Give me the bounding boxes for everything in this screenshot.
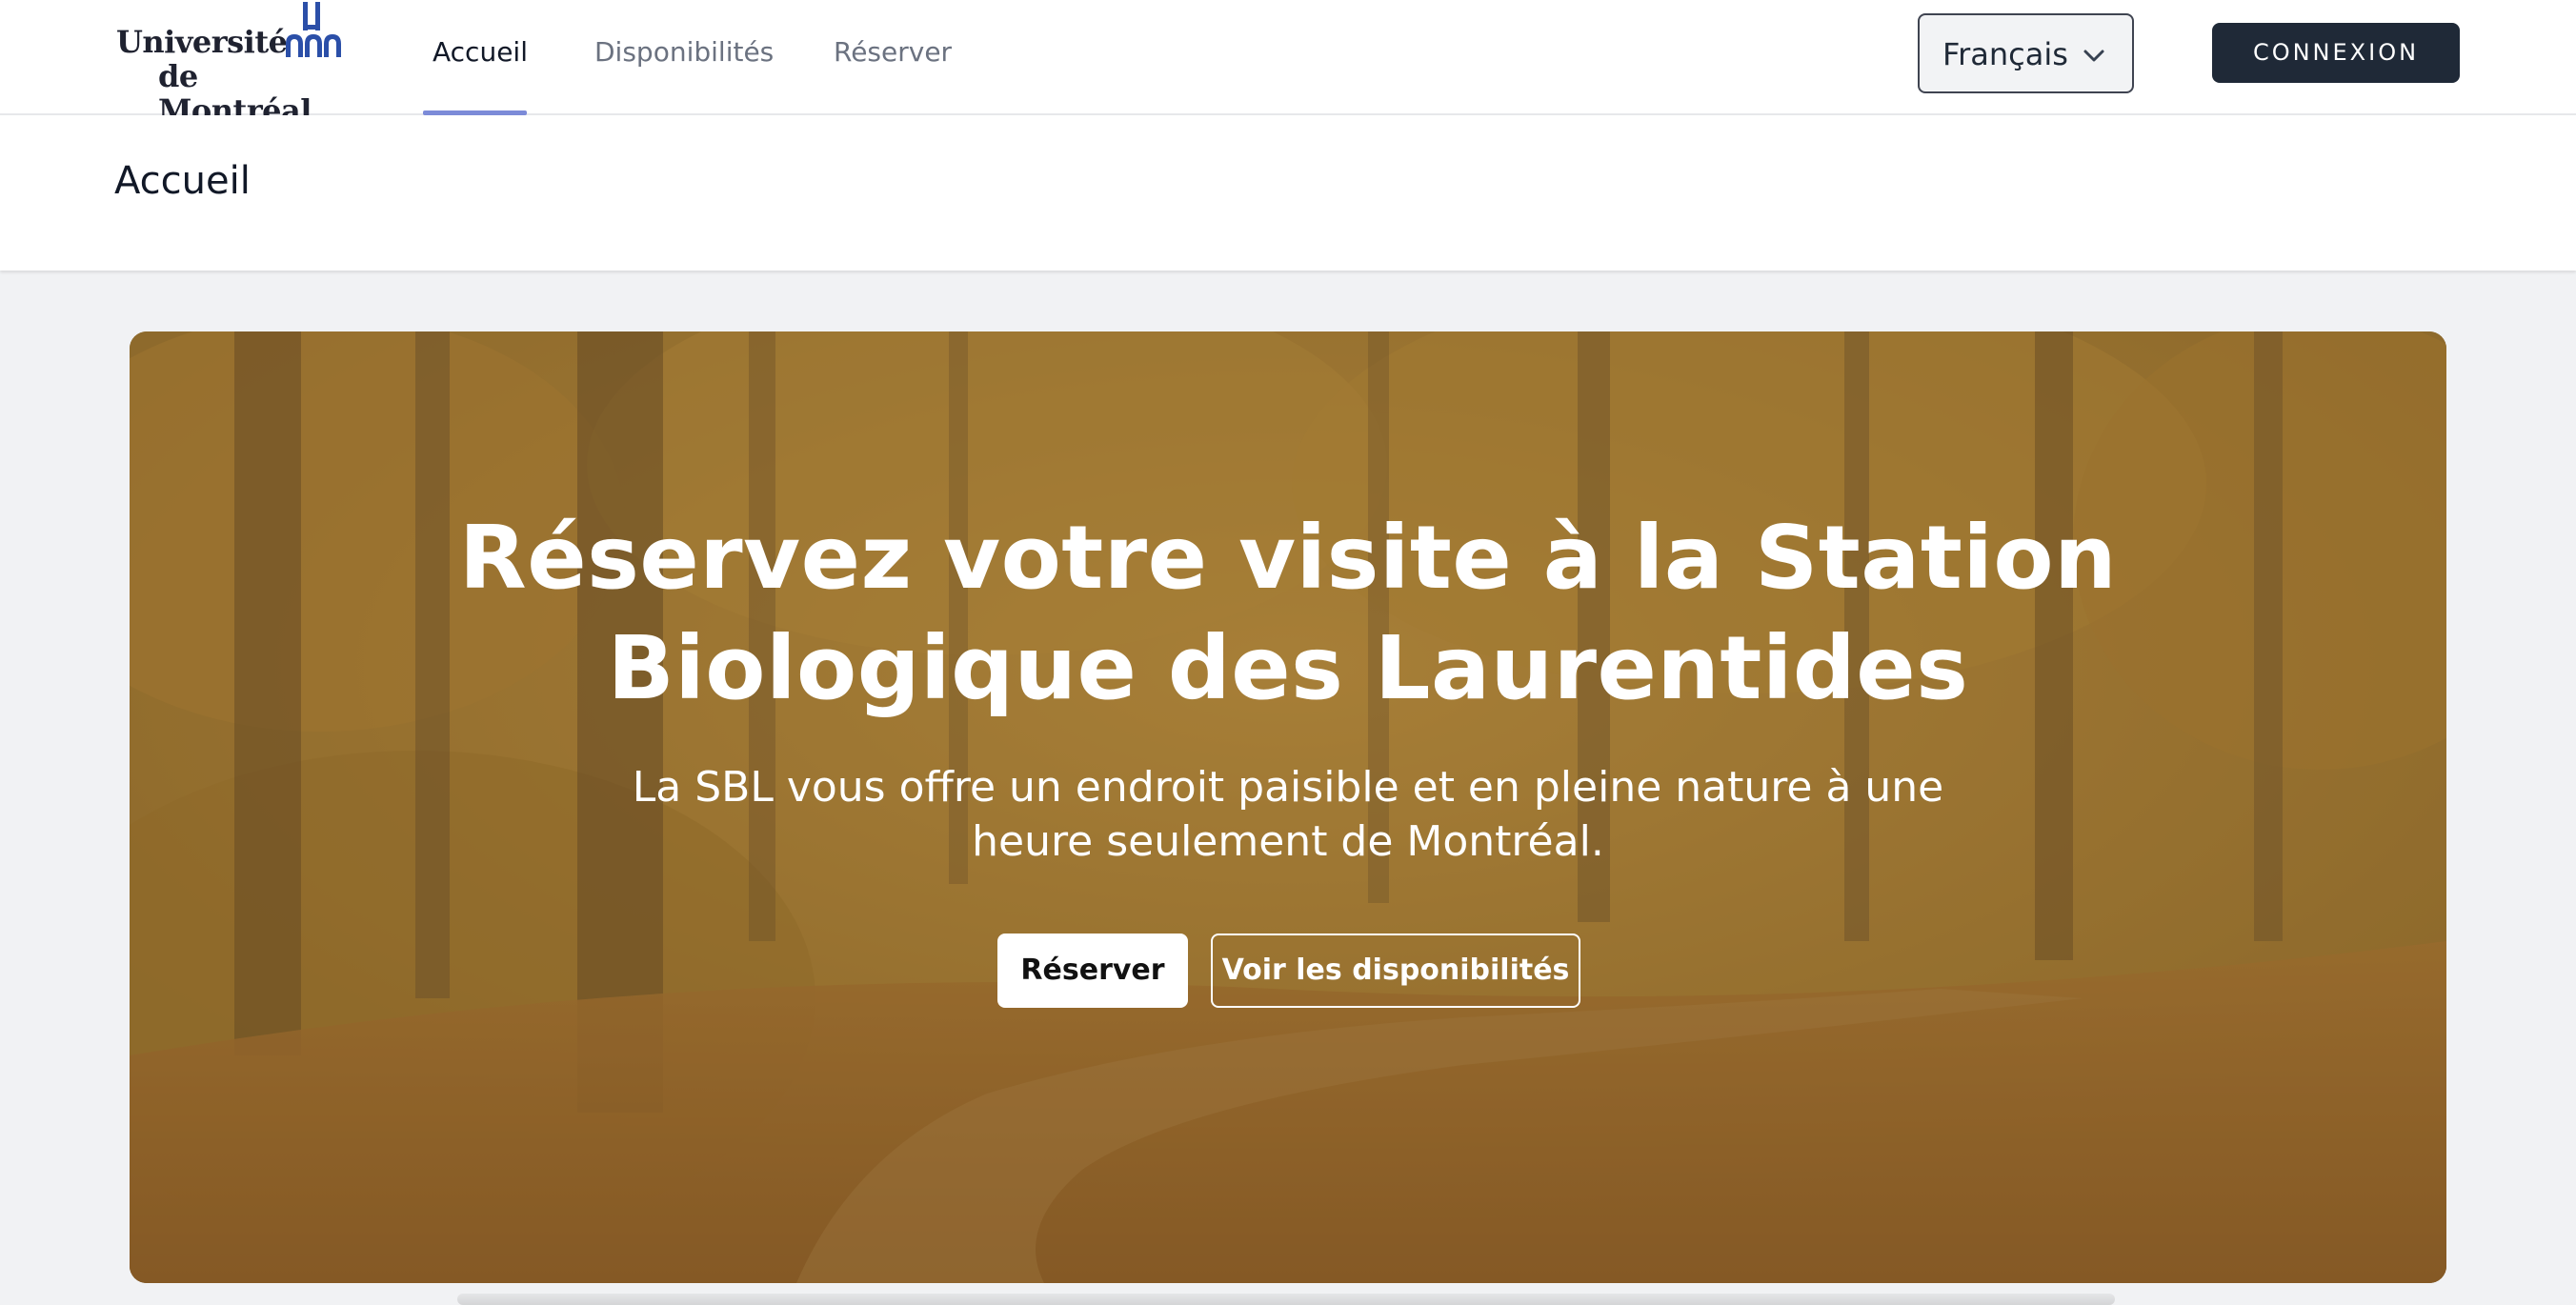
nav-reserver[interactable]: Réserver xyxy=(834,36,952,68)
login-button[interactable]: CONNEXION xyxy=(2212,23,2460,83)
nav-disponibilites[interactable]: Disponibilités xyxy=(594,36,774,68)
logo-emblem-icon xyxy=(286,2,341,57)
language-select[interactable]: Français xyxy=(1918,13,2134,93)
reserve-button[interactable]: Réserver xyxy=(997,934,1188,1008)
top-navbar: Université de Montréal Accueil Disponibi… xyxy=(0,0,2576,128)
nav-accueil[interactable]: Accueil xyxy=(433,36,528,68)
hero-title: Réservez votre visite à la Station Biolo… xyxy=(458,507,2118,719)
language-selected-value: Français xyxy=(1942,36,2068,72)
university-logo[interactable]: Université de Montréal xyxy=(116,0,345,128)
view-availability-button[interactable]: Voir les disponibilités xyxy=(1211,934,1580,1008)
content-card-edge xyxy=(457,1294,2115,1305)
hero-subtitle: La SBL vous offre un endroit paisible et… xyxy=(632,763,1944,866)
page-title: Accueil xyxy=(114,159,251,203)
chevron-down-icon xyxy=(2083,50,2104,62)
page-header: Accueil xyxy=(0,115,2576,271)
hero-banner: Réservez votre visite à la Station Biolo… xyxy=(130,331,2446,1283)
